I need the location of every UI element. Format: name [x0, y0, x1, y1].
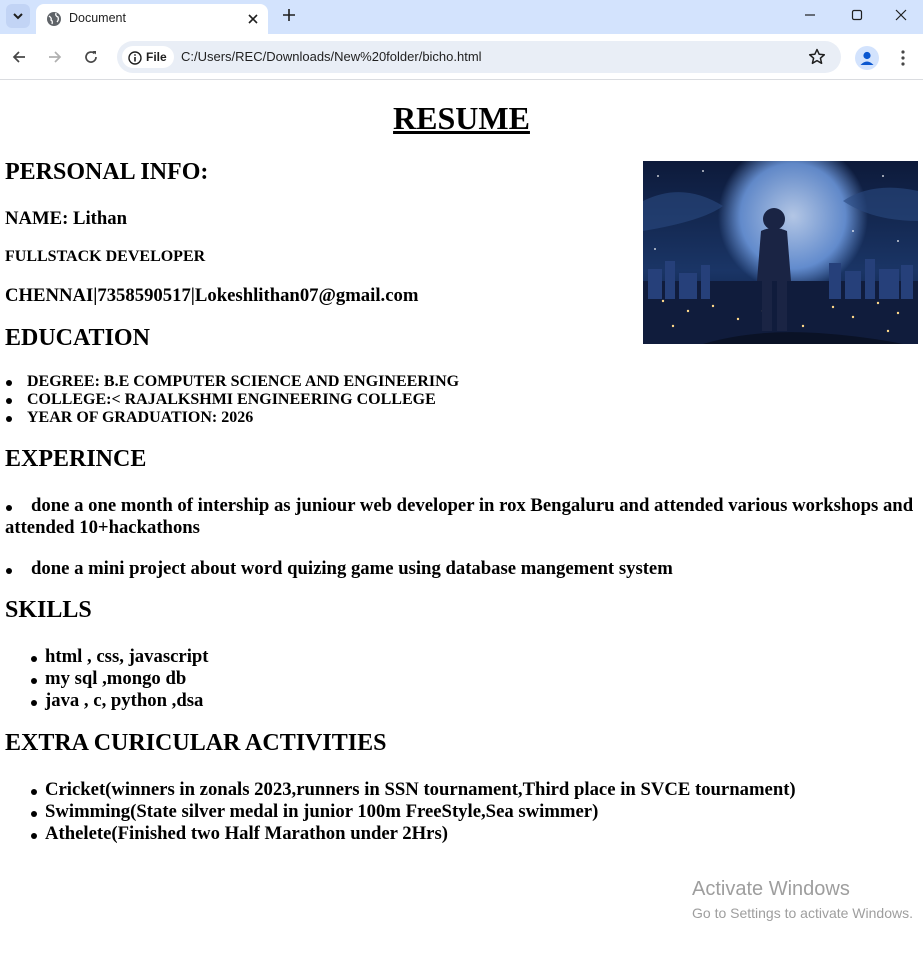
address-bar[interactable]: File C:/Users/REC/Downloads/New%20folder… [117, 41, 841, 73]
experience-item: done a mini project about word quizing g… [31, 558, 673, 579]
personal-info-heading: PERSONAL INFO: [5, 159, 209, 185]
bullet-icon [6, 398, 12, 404]
activation-watermark-subtitle: Go to Settings to activate Windows. [692, 905, 913, 921]
skill-item: my sql ,mongo db [45, 668, 187, 689]
url-text[interactable]: C:/Users/REC/Downloads/New%20folder/bich… [181, 49, 482, 64]
kebab-menu-icon[interactable] [893, 46, 913, 70]
contact-line: CHENNAI|7358590517|Lokeshlithan07@gmail.… [5, 285, 419, 306]
activation-watermark-title: Activate Windows [692, 878, 850, 900]
page-title: RESUME [393, 100, 530, 136]
education-item: DEGREE: B.E COMPUTER SCIENCE AND ENGINEE… [27, 373, 460, 390]
browser-toolbar: File C:/Users/REC/Downloads/New%20folder… [0, 34, 923, 80]
bullet-icon [31, 678, 37, 684]
forward-arrow-icon[interactable] [43, 45, 67, 69]
bullet-icon [31, 789, 37, 795]
bullet-icon [6, 380, 12, 386]
activity-item: Cricket(winners in zonals 2023,runners i… [45, 779, 796, 800]
page-content: RESUME PERSONAL INFO: NAME: Lithan FULLS… [0, 81, 923, 954]
bullet-icon [6, 416, 12, 422]
star-icon[interactable] [807, 47, 827, 67]
activity-item: Swimming(State silver medal in junior 10… [45, 801, 599, 822]
education-item: COLLEGE:< RAJALKSHMI ENGINEERING COLLEGE [27, 391, 436, 408]
education-item: YEAR OF GRADUATION: 2026 [27, 409, 254, 426]
education-heading: EDUCATION [5, 325, 150, 351]
activity-item: Athelete(Finished two Half Marathon unde… [45, 823, 448, 844]
site-info-chip[interactable]: File [122, 46, 174, 68]
reload-icon[interactable] [79, 45, 103, 69]
experience-item-line2: attended 10+hackathons [5, 517, 200, 538]
profile-icon[interactable] [855, 46, 879, 70]
tab-title: Document [69, 11, 126, 25]
window-close-icon[interactable] [878, 0, 923, 30]
minimize-icon[interactable] [787, 0, 833, 30]
skill-item: html , css, javascript [45, 646, 209, 667]
experience-heading: EXPERINCE [5, 446, 147, 472]
bullet-icon [31, 656, 37, 662]
globe-icon [46, 11, 62, 27]
name-line: NAME: Lithan [5, 208, 127, 229]
profile-photo [643, 141, 918, 344]
bullet-icon [31, 811, 37, 817]
skill-item: java , c, python ,dsa [45, 690, 204, 711]
close-icon[interactable] [244, 10, 262, 28]
bullet-icon [6, 505, 12, 511]
browser-tab[interactable]: Document [36, 4, 268, 34]
chip-label: File [146, 50, 167, 64]
back-arrow-icon[interactable] [7, 45, 31, 69]
bullet-icon [31, 700, 37, 706]
bullet-icon [6, 568, 12, 574]
maximize-icon[interactable] [834, 0, 880, 30]
tab-strip: Document [0, 0, 923, 34]
tab-search-icon[interactable] [6, 4, 30, 28]
skills-heading: SKILLS [5, 597, 92, 623]
experience-item-line1: done a one month of intership as juniour… [31, 495, 914, 516]
bullet-icon [31, 833, 37, 839]
info-icon [128, 50, 142, 65]
role-line: FULLSTACK DEVELOPER [5, 248, 206, 265]
plus-icon[interactable] [279, 5, 299, 25]
activities-heading: EXTRA CURICULAR ACTIVITIES [5, 730, 387, 756]
